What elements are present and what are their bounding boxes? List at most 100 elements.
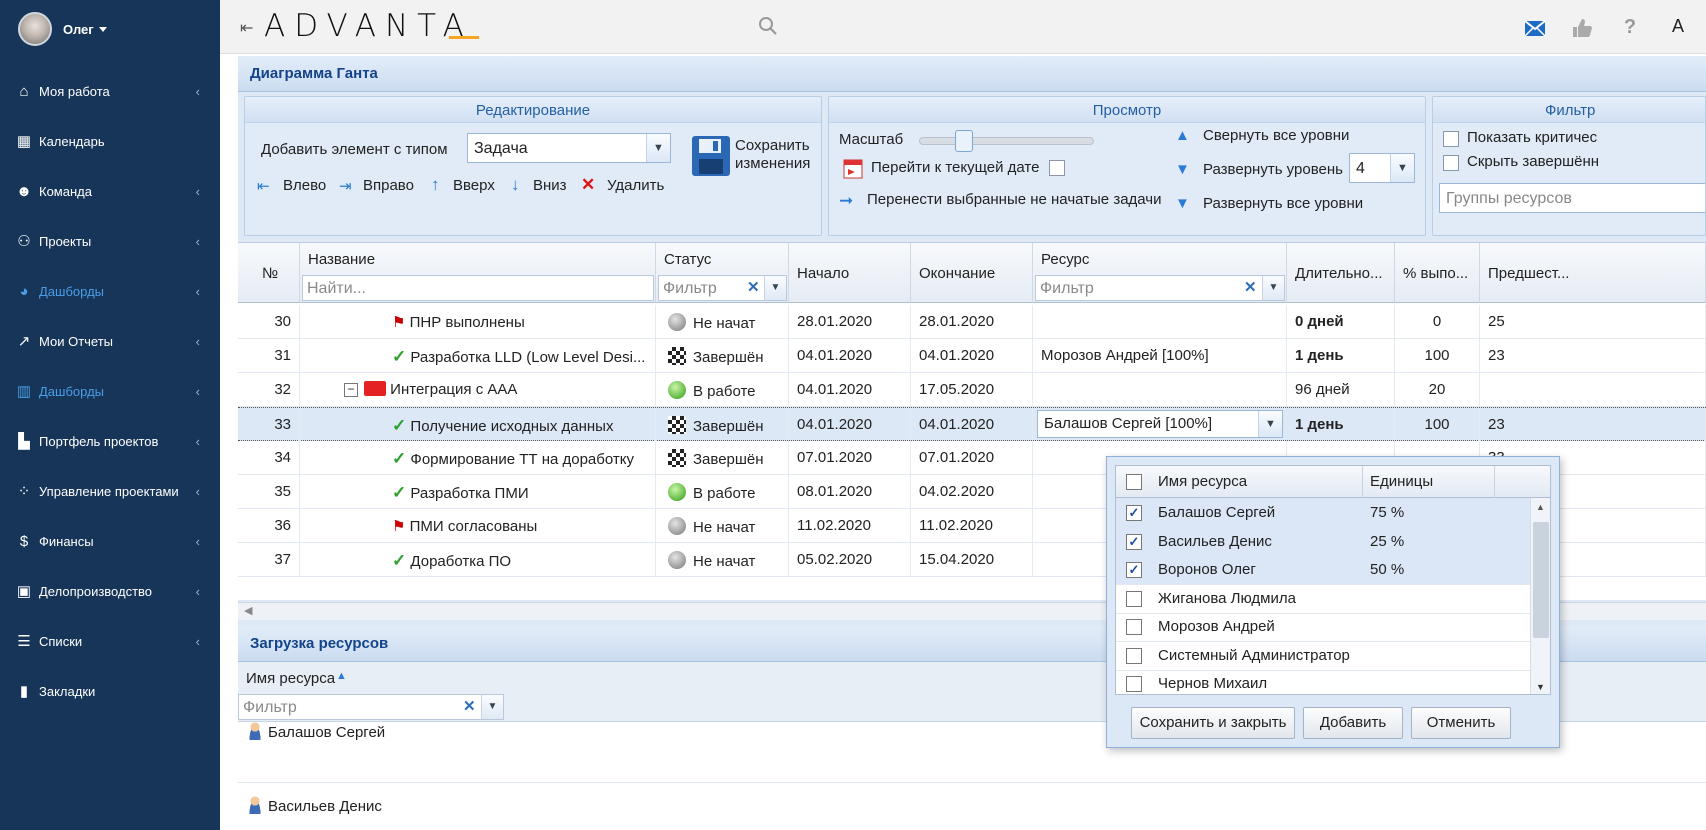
clear-icon[interactable]: ✕ [747,278,760,296]
predecessors[interactable]: 23 [1480,339,1706,372]
chevron-left-icon[interactable]: ‹ [196,534,200,549]
chevron-down-icon[interactable]: ▼ [481,695,503,719]
save-close-button[interactable]: Сохранить и закрыть [1131,707,1295,739]
end-date[interactable]: 15.04.2020 [911,543,1033,576]
delete-icon[interactable]: ✕ [581,175,595,195]
duration[interactable]: 0 дней [1287,305,1395,338]
goto-today-button[interactable]: Перейти к текущей дате [871,159,1039,176]
end-date[interactable]: 28.01.2020 [911,305,1033,338]
status-cell[interactable]: Не начат [656,305,789,338]
sidebar-item-8[interactable]: ▙ Портфель проектов ‹ [0,416,220,466]
user-name[interactable]: Олег [63,22,94,37]
resource-load-row[interactable]: Балашов Сергей [248,722,385,741]
sidebar-item-12[interactable]: ☰ Списки ‹ [0,616,220,666]
col-pred-header[interactable]: Предшест... [1480,243,1706,303]
predecessors[interactable] [1480,373,1706,406]
col-name-header[interactable]: Название Найти... [300,243,656,303]
end-date[interactable]: 11.02.2020 [911,509,1033,542]
menu-collapse-icon[interactable]: ⇤ [240,18,253,38]
show-critical-label[interactable]: Показать критичес [1467,129,1597,146]
start-date[interactable]: 08.01.2020 [789,475,911,508]
arrow-left-icon[interactable]: ⇤ [257,177,270,195]
start-date[interactable]: 05.02.2020 [789,543,911,576]
clear-icon[interactable]: ✕ [1244,278,1257,296]
resource-option-checkbox[interactable] [1126,676,1142,692]
chevron-left-icon[interactable]: ‹ [196,484,200,499]
sidebar-item-7[interactable]: ▥ Дашборды ‹ [0,366,220,416]
sidebar-item-5[interactable]: ◕ Дашборды ‹ [0,266,220,316]
collapse-all-button[interactable]: Свернуть все уровни [1203,127,1349,144]
picker-scroll-thumb[interactable] [1533,522,1549,638]
predecessors[interactable]: 25 [1480,305,1706,338]
start-date[interactable]: 07.01.2020 [789,441,911,474]
resource-option-checkbox[interactable] [1126,590,1142,607]
save-changes-label-1[interactable]: Сохранить [735,137,810,154]
sidebar-item-13[interactable]: ▮ Закладки [0,666,220,716]
chevron-down-icon[interactable]: ▼ [1262,276,1284,300]
user-menu[interactable]: Олег [18,12,107,46]
arrow-right-icon[interactable]: ⇥ [339,177,352,195]
select-all-checkbox[interactable] [1126,474,1142,490]
end-date[interactable]: 07.01.2020 [911,441,1033,474]
save-changes-label-2[interactable]: изменения [735,155,810,172]
end-date[interactable]: 17.05.2020 [911,373,1033,406]
chevron-left-icon[interactable]: ‹ [196,634,200,649]
table-row[interactable]: 32− Интеграция с ААА В работе 04.01.2020 17… [238,373,1706,407]
col-status-header[interactable]: Статус Фильтр ✕ ▼ [656,243,789,303]
chevron-left-icon[interactable]: ‹ [196,384,200,399]
chevron-left-icon[interactable]: ‹ [196,234,200,249]
start-date[interactable]: 04.01.2020 [789,373,911,406]
chevron-down-icon[interactable]: ▼ [646,134,670,162]
task-name-cell[interactable]: ⚑ ПМИ согласованы [300,509,656,542]
task-name-cell[interactable]: − Интеграция с ААА [300,373,656,406]
caret-down-icon[interactable] [98,26,107,32]
resource-filter-input[interactable]: Фильтр ✕ ▼ [1035,275,1285,301]
sidebar-item-6[interactable]: ↗ Мои Отчеты ‹ [0,316,220,366]
resource-load-filter[interactable]: Фильтр ✕ ▼ [238,694,504,720]
font-size-icon[interactable]: A [1666,16,1690,40]
move-up-button[interactable]: Вверх [453,177,495,194]
resource-option-row[interactable]: Морозов Андрей [1116,612,1530,642]
status-cell[interactable]: В работе [656,373,789,406]
sort-asc-icon[interactable]: ▲ [336,670,347,682]
chevron-left-icon[interactable]: ‹ [196,334,200,349]
picker-units-column[interactable]: Единицы [1370,473,1433,490]
chevron-left-icon[interactable]: ‹ [196,584,200,599]
start-date[interactable]: 28.01.2020 [789,305,911,338]
table-row[interactable]: 31 ✓ Разработка LLD (Low Level Desi... Зав… [238,339,1706,373]
resource-option-checkbox[interactable] [1126,619,1142,635]
task-name-cell[interactable]: ✓ Получение исходных данных [300,408,656,441]
sidebar-item-1[interactable]: ⌂ Моя работа ‹ [0,66,220,116]
end-date[interactable]: 04.01.2020 [911,408,1033,441]
chevron-down-icon[interactable]: ▼ [1390,154,1414,182]
cancel-button[interactable]: Отменить [1411,707,1511,739]
col-resource-header[interactable]: Ресурс Фильтр ✕ ▼ [1033,243,1287,303]
delete-button[interactable]: Удалить [607,177,664,194]
status-filter-input[interactable]: Фильтр ✕ ▼ [658,275,787,301]
end-date[interactable]: 04.01.2020 [911,339,1033,372]
expand-level-select[interactable]: 4 ▼ [1349,153,1415,183]
resource-option-row[interactable]: Чернов Михаил [1116,669,1530,694]
resource-name-column[interactable]: Имя ресурса [246,670,335,687]
percent-complete[interactable]: 100 [1395,339,1480,372]
status-cell[interactable]: Не начат [656,543,789,576]
move-tasks-icon[interactable]: ➞ [839,191,853,211]
col-end-header[interactable]: Окончание [911,243,1033,303]
goto-today-checkbox[interactable] [1049,160,1065,176]
arrow-down-icon[interactable]: ↓ [511,175,520,195]
scroll-down-icon[interactable]: ▼ [1536,682,1545,692]
arrow-up-icon[interactable]: ↑ [431,175,440,195]
task-name-cell[interactable]: ✓ Разработка ПМИ [300,475,656,508]
chevron-left-icon[interactable]: ‹ [196,284,200,299]
resource-option-row[interactable]: ✓ Балашов Сергей 75 % [1116,498,1530,528]
move-left-button[interactable]: Влево [283,177,326,194]
scale-slider-thumb[interactable] [955,130,973,152]
sidebar-item-3[interactable]: ☻ Команда ‹ [0,166,220,216]
resource-option-row[interactable]: ✓ Воронов Олег 50 % [1116,555,1530,585]
predecessors[interactable]: 23 [1480,408,1706,441]
chevron-down-icon[interactable]: ▼ [1258,411,1282,437]
start-date[interactable]: 04.01.2020 [789,408,911,441]
thumbs-up-icon[interactable] [1570,16,1594,40]
resource-load-row[interactable]: Васильев Денис [248,796,382,815]
resource-groups-select[interactable]: Группы ресурсов [1439,183,1705,213]
